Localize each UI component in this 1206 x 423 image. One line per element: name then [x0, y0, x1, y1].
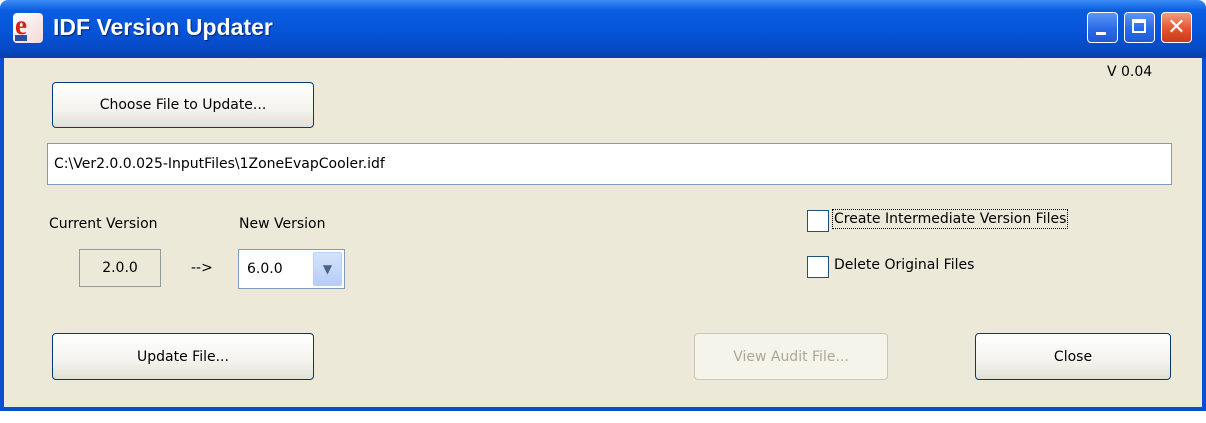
create-intermediate-label[interactable]: Create Intermediate Version Files [831, 209, 1069, 229]
delete-original-label[interactable]: Delete Original Files [834, 257, 974, 273]
window-frame-left [0, 58, 4, 411]
file-path-field[interactable]: C:\Ver2.0.0.025-InputFiles\1ZoneEvapCool… [47, 143, 1172, 185]
minimize-icon [1096, 32, 1106, 35]
minimize-button[interactable] [1087, 12, 1118, 43]
app-window: e IDF Version Updater ✕ V 0.04 Choose Fi… [0, 0, 1206, 411]
app-version-label: V 0.04 [1107, 64, 1153, 80]
chevron-down-icon[interactable]: ▼ [313, 252, 342, 286]
choose-file-button[interactable]: Choose File to Update... [52, 82, 314, 128]
view-audit-file-button: View Audit File... [694, 333, 888, 380]
close-icon: ✕ [1167, 15, 1186, 40]
window-frame-bottom [0, 407, 1206, 411]
update-file-button[interactable]: Update File... [52, 333, 314, 380]
maximize-button[interactable] [1124, 12, 1155, 43]
title-bar[interactable]: e IDF Version Updater ✕ [0, 0, 1206, 58]
create-intermediate-checkbox[interactable] [807, 210, 829, 232]
maximize-icon [1132, 19, 1146, 33]
energyplus-e-icon[interactable]: e [13, 10, 43, 43]
window-title: IDF Version Updater [53, 14, 273, 40]
close-window-button[interactable]: ✕ [1161, 12, 1192, 43]
window-frame-right [1202, 58, 1206, 411]
new-version-value: 6.0.0 [247, 261, 283, 277]
version-arrow: --> [191, 260, 213, 276]
delete-original-checkbox[interactable] [807, 256, 829, 278]
close-button[interactable]: Close [975, 333, 1171, 380]
current-version-value: 2.0.0 [79, 249, 161, 287]
new-version-select[interactable]: 6.0.0 ▼ [238, 249, 345, 289]
current-version-label: Current Version [49, 216, 158, 232]
new-version-label: New Version [239, 216, 326, 232]
